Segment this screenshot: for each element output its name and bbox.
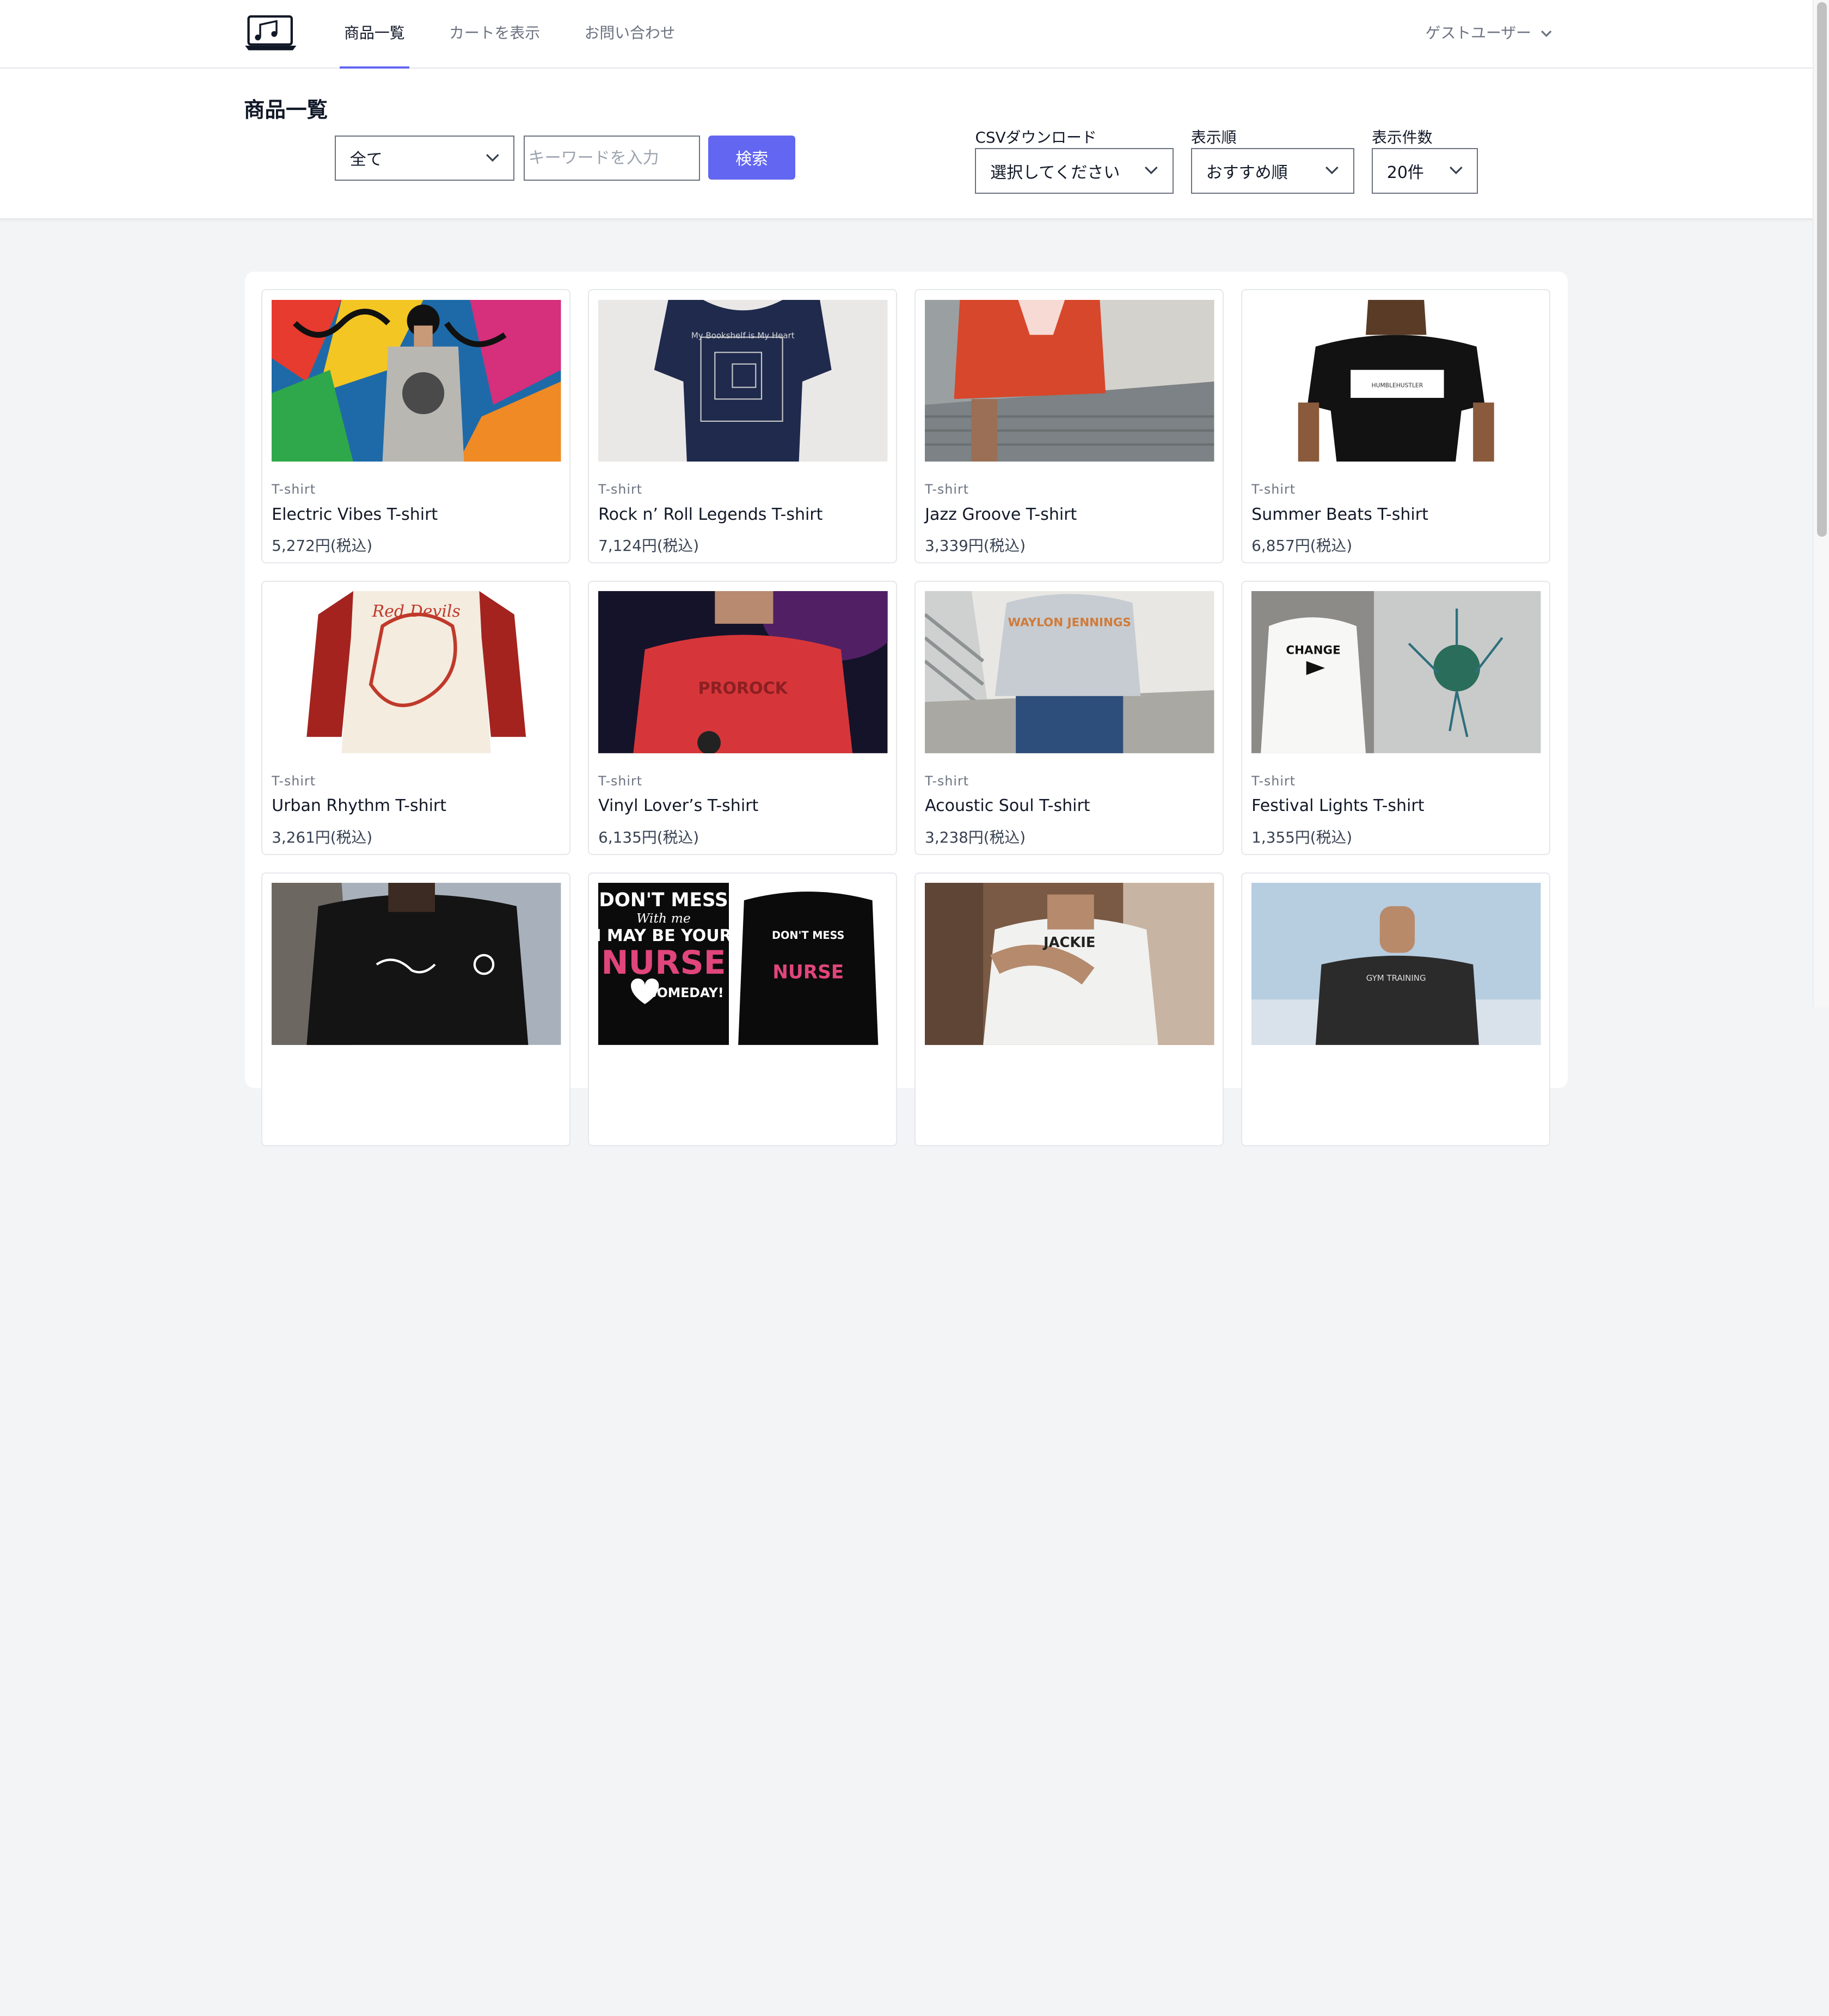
product-card[interactable]: PROROCK T-shirt Vinyl Lover’s T-shirt 6,… bbox=[588, 581, 897, 855]
product-image[interactable]: CHANGE bbox=[1251, 591, 1541, 754]
category-select[interactable]: 全て bbox=[335, 135, 514, 181]
product-name[interactable]: Vinyl Lover’s T-shirt bbox=[598, 796, 758, 815]
laptop-music-logo-icon[interactable] bbox=[244, 14, 298, 52]
filter-toolbar bbox=[0, 69, 1813, 219]
csv-download-label: CSVダウンロード bbox=[975, 128, 1097, 147]
chevron-down-icon bbox=[1449, 167, 1463, 175]
product-image[interactable] bbox=[272, 299, 561, 462]
product-card[interactable]: CHANGE T-shirt Festival Lights T-shirt 1… bbox=[1241, 581, 1550, 855]
product-image[interactable] bbox=[272, 883, 561, 1045]
svg-text:JACKIE: JACKIE bbox=[1042, 935, 1095, 951]
product-price: 3,339円(税込) bbox=[925, 537, 1026, 555]
user-menu-label: ゲストユーザー bbox=[1425, 24, 1531, 42]
nav-item-contact[interactable]: お問い合わせ bbox=[585, 0, 676, 69]
product-image[interactable]: PROROCK bbox=[598, 591, 888, 754]
csv-download-value: 選択してください bbox=[990, 163, 1120, 182]
product-price: 3,261円(税込) bbox=[272, 828, 373, 847]
product-price: 7,124円(税込) bbox=[598, 537, 699, 555]
nurse-line2-text: With me bbox=[636, 911, 691, 926]
product-price: 6,857円(税込) bbox=[1251, 537, 1353, 555]
product-name[interactable]: Rock n’ Roll Legends T-shirt bbox=[598, 505, 823, 524]
product-image[interactable]: Red Devils bbox=[272, 591, 561, 754]
product-card[interactable]: T-shirt Jazz Groove T-shirt 3,339円(税込) bbox=[914, 289, 1224, 564]
product-image[interactable]: JACKIE bbox=[925, 883, 1214, 1045]
sort-select[interactable]: おすすめ順 bbox=[1190, 148, 1354, 194]
product-category: T-shirt bbox=[925, 773, 969, 789]
search-button[interactable]: 検索 bbox=[708, 135, 796, 180]
product-image[interactable]: DON'T MESS With me I MAY BE YOUR NURSE S… bbox=[598, 883, 888, 1045]
count-select[interactable]: 20件 bbox=[1372, 148, 1478, 194]
product-image[interactable]: GYM TRAINING bbox=[1251, 883, 1541, 1045]
humble-print-text: HUMBLEHUSTLER bbox=[1372, 382, 1423, 389]
product-name[interactable]: Acoustic Soul T-shirt bbox=[925, 796, 1090, 815]
nurse-line4-text: NURSE bbox=[601, 944, 726, 982]
product-category: T-shirt bbox=[1251, 481, 1296, 497]
product-name[interactable]: Electric Vibes T-shirt bbox=[272, 505, 438, 524]
sort-select-value: おすすめ順 bbox=[1206, 163, 1288, 182]
training-print-text: GYM TRAINING bbox=[1366, 973, 1426, 983]
prorock-print-text: PROROCK bbox=[698, 679, 789, 698]
product-image[interactable]: My Bookshelf is My Heart bbox=[598, 299, 888, 462]
keyword-search-input[interactable] bbox=[524, 135, 700, 181]
product-category: T-shirt bbox=[598, 481, 643, 497]
product-card[interactable]: HUMBLEHUSTLER T-shirt Summer Beats T-shi… bbox=[1241, 289, 1550, 564]
product-image[interactable]: WAYLON JENNINGS bbox=[925, 591, 1214, 754]
product-image[interactable] bbox=[925, 299, 1214, 462]
product-price: 1,355円(税込) bbox=[1251, 828, 1353, 847]
product-card[interactable]: T-shirt Electric Vibes T-shirt 5,272円(税込… bbox=[261, 289, 570, 564]
waylon-print-text: WAYLON JENNINGS bbox=[1008, 616, 1131, 630]
nav-item-cart[interactable]: カートを表示 bbox=[449, 0, 540, 69]
nurse-line5-text: SOMEDAY! bbox=[648, 985, 724, 1000]
product-category: T-shirt bbox=[1251, 773, 1296, 789]
svg-text:NURSE: NURSE bbox=[772, 962, 844, 984]
chevron-down-icon bbox=[1541, 30, 1552, 37]
category-select-value: 全て bbox=[349, 150, 383, 170]
chevron-down-icon bbox=[1145, 167, 1158, 175]
product-image[interactable]: HUMBLEHUSTLER bbox=[1251, 299, 1541, 462]
product-category: T-shirt bbox=[598, 773, 643, 789]
user-menu[interactable]: ゲストユーザー bbox=[1426, 0, 1552, 69]
product-card[interactable]: JACKIE bbox=[914, 872, 1224, 1147]
chevron-down-icon bbox=[1325, 167, 1339, 175]
count-select-value: 20件 bbox=[1386, 163, 1424, 182]
nav-item-products[interactable]: 商品一覧 bbox=[339, 0, 410, 69]
product-category: T-shirt bbox=[272, 773, 316, 789]
product-card[interactable]: GYM TRAINING bbox=[1241, 872, 1550, 1147]
product-name[interactable]: Jazz Groove T-shirt bbox=[925, 505, 1077, 524]
product-category: T-shirt bbox=[925, 481, 969, 497]
sort-label: 表示順 bbox=[1190, 128, 1237, 147]
product-category: T-shirt bbox=[272, 481, 316, 497]
page-title: 商品一覧 bbox=[243, 98, 328, 123]
bookshelf-print-text: My Bookshelf is My Heart bbox=[691, 330, 795, 340]
csv-download-select[interactable]: 選択してください bbox=[975, 148, 1174, 194]
svg-text:DON'T MESS: DON'T MESS bbox=[772, 929, 844, 942]
product-card[interactable]: DON'T MESS With me I MAY BE YOUR NURSE S… bbox=[588, 872, 897, 1147]
chevron-down-icon bbox=[486, 153, 499, 162]
product-name[interactable]: Festival Lights T-shirt bbox=[1251, 796, 1424, 815]
nurse-line3-text: I MAY BE YOUR bbox=[598, 926, 732, 945]
scrollbar-thumb[interactable] bbox=[1817, 2, 1827, 537]
change-print-text: CHANGE bbox=[1286, 644, 1341, 657]
product-card[interactable]: WAYLON JENNINGS T-shirt Acoustic Soul T-… bbox=[914, 581, 1224, 855]
product-price: 6,135円(税込) bbox=[598, 828, 699, 847]
devils-print-text: Red Devils bbox=[372, 602, 461, 621]
page-scrollbar[interactable] bbox=[1813, 0, 1829, 1008]
count-label: 表示件数 bbox=[1372, 128, 1433, 147]
product-name[interactable]: Summer Beats T-shirt bbox=[1251, 505, 1428, 524]
product-card[interactable]: My Bookshelf is My Heart T-shirt Rock n’… bbox=[588, 289, 897, 564]
top-navigation: 商品一覧 カートを表示 お問い合わせ ゲストユーザー bbox=[0, 0, 1813, 69]
product-card[interactable]: Red Devils T-shirt Urban Rhythm T-shirt … bbox=[261, 581, 570, 855]
product-card[interactable] bbox=[261, 872, 570, 1147]
product-name[interactable]: Urban Rhythm T-shirt bbox=[272, 796, 446, 815]
nurse-line1-text: DON'T MESS bbox=[599, 889, 728, 911]
product-price: 3,238円(税込) bbox=[925, 828, 1026, 847]
product-price: 5,272円(税込) bbox=[272, 537, 373, 555]
